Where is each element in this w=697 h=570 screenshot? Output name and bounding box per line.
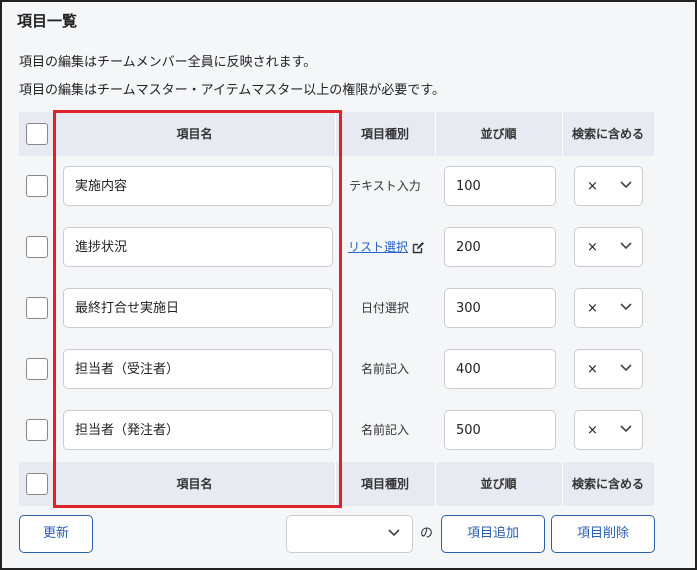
order-input[interactable]: 400 — [444, 349, 556, 389]
search-include-select[interactable]: × — [574, 288, 643, 328]
item-type: 名前記入 — [360, 423, 409, 437]
chevron-down-icon — [620, 303, 632, 311]
select-all-checkbox[interactable] — [26, 473, 48, 495]
item-name-input[interactable]: 実施内容 — [63, 166, 333, 206]
row-checkbox[interactable] — [26, 236, 48, 258]
edit-icon[interactable] — [412, 241, 425, 254]
order-input[interactable]: 200 — [444, 227, 556, 267]
item-name-input[interactable]: 担当者（発注者） — [63, 410, 333, 450]
search-include-select[interactable]: × — [574, 349, 643, 389]
table-row: 担当者（受注者） 名前記入 400 × — [19, 339, 654, 400]
no-label: の — [420, 526, 434, 541]
item-type-cell: リスト選択 — [335, 217, 435, 278]
chevron-down-icon — [388, 529, 400, 537]
header-type: 項目種別 — [360, 127, 409, 141]
section-title: 項目一覧 — [17, 12, 78, 30]
header-type: 項目種別 — [360, 477, 409, 491]
header-search: 検索に含める — [571, 477, 644, 491]
item-type: 日付選択 — [360, 301, 409, 315]
chevron-down-icon — [620, 364, 632, 372]
search-include-select[interactable]: × — [574, 410, 643, 450]
header-order: 並び順 — [480, 477, 517, 491]
note-reflect: 項目の編集はチームメンバー全員に反映されます。 — [19, 55, 317, 70]
chevron-down-icon — [620, 242, 632, 250]
row-checkbox[interactable] — [26, 297, 48, 319]
header-name: 項目名 — [176, 477, 213, 491]
order-input[interactable]: 100 — [444, 166, 556, 206]
table-header: 項目名 項目種別 並び順 検索に含める — [19, 112, 654, 156]
item-type-link[interactable]: リスト選択 — [348, 240, 408, 254]
update-button[interactable]: 更新 — [19, 515, 93, 553]
search-include-select[interactable]: × — [574, 166, 643, 206]
search-include-value: × — [587, 240, 598, 255]
search-include-value: × — [587, 179, 598, 194]
select-all-checkbox[interactable] — [26, 123, 48, 145]
chevron-down-icon — [620, 181, 632, 189]
table-row: 最終打合せ実施日 日付選択 300 × — [19, 278, 654, 339]
row-checkbox[interactable] — [26, 175, 48, 197]
delete-item-button[interactable]: 項目削除 — [551, 515, 655, 553]
add-item-button[interactable]: 項目追加 — [441, 515, 545, 553]
order-input[interactable]: 500 — [444, 410, 556, 450]
note-permission: 項目の編集はチームマスター・アイテムマスター以上の権限が必要です。 — [19, 83, 446, 98]
search-include-select[interactable]: × — [574, 227, 643, 267]
table-footer-header: 項目名 項目種別 並び順 検索に含める — [19, 462, 654, 506]
header-search: 検索に含める — [571, 127, 644, 141]
item-type: テキスト入力 — [349, 179, 421, 193]
search-include-value: × — [587, 301, 598, 316]
header-name: 項目名 — [176, 127, 213, 141]
row-checkbox[interactable] — [26, 419, 48, 441]
search-include-value: × — [587, 362, 598, 377]
panel: 項目一覧 項目の編集はチームメンバー全員に反映されます。 項目の編集はチームマス… — [0, 0, 697, 570]
row-checkbox[interactable] — [26, 358, 48, 380]
add-position-select[interactable] — [286, 515, 413, 553]
item-name-input[interactable]: 最終打合せ実施日 — [63, 288, 333, 328]
search-include-value: × — [587, 423, 598, 438]
table-row: 進捗状況 リスト選択 200 × — [19, 217, 654, 278]
table-row: 実施内容 テキスト入力 100 × — [19, 156, 654, 217]
order-input[interactable]: 300 — [444, 288, 556, 328]
table-row: 担当者（発注者） 名前記入 500 × — [19, 400, 654, 461]
chevron-down-icon — [620, 425, 632, 433]
item-name-input[interactable]: 担当者（受注者） — [63, 349, 333, 389]
item-name-input[interactable]: 進捗状況 — [63, 227, 333, 267]
item-type: 名前記入 — [360, 362, 409, 376]
header-order: 並び順 — [480, 127, 517, 141]
